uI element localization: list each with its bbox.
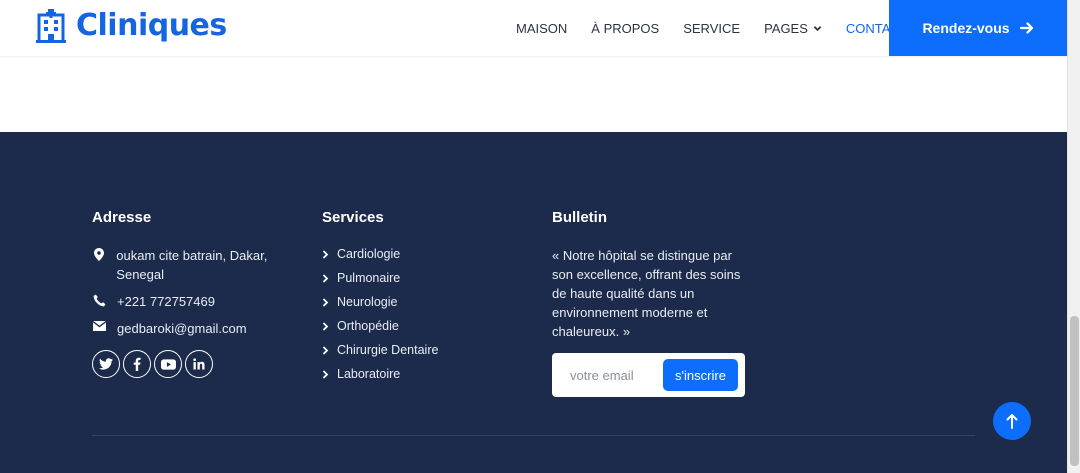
address-email-text: gedbaroki@gmail.com bbox=[117, 321, 247, 336]
footer: Adresse oukam cite batrain, Dakar, Seneg… bbox=[0, 132, 1067, 473]
service-label: Laboratoire bbox=[337, 367, 401, 382]
social-links bbox=[92, 350, 292, 378]
arrow-right-icon bbox=[1019, 22, 1033, 34]
main-nav: MAISON À PROPOS SERVICE PAGES CONTACT bbox=[516, 0, 932, 56]
nav-item-maison[interactable]: MAISON bbox=[516, 21, 567, 36]
hospital-building-icon bbox=[36, 8, 66, 43]
arrow-up-icon bbox=[1006, 414, 1018, 429]
address-column: Adresse oukam cite batrain, Dakar, Seneg… bbox=[92, 209, 292, 378]
chevron-right-icon bbox=[322, 298, 329, 307]
brand-name: Cliniques bbox=[76, 8, 227, 43]
services-title: Services bbox=[322, 209, 384, 226]
address-phone: +221 772757469 bbox=[92, 292, 292, 311]
service-link-cardiologie[interactable]: Cardiologie bbox=[322, 246, 522, 263]
newsletter-form: s'inscrire bbox=[552, 353, 745, 397]
chevron-right-icon bbox=[322, 370, 329, 379]
nav-item-a-propos[interactable]: À PROPOS bbox=[591, 21, 659, 36]
nav-item-service[interactable]: SERVICE bbox=[683, 21, 740, 36]
service-label: Pulmonaire bbox=[337, 271, 401, 286]
chevron-right-icon bbox=[322, 250, 329, 259]
services-column: Services Cardiologie Pulmonaire Neurolog… bbox=[322, 209, 522, 390]
navbar: Cliniques MAISON À PROPOS SERVICE PAGES … bbox=[0, 0, 1067, 56]
service-label: Neurologie bbox=[337, 295, 398, 310]
back-to-top-button[interactable] bbox=[993, 402, 1031, 440]
facebook-link[interactable] bbox=[123, 350, 151, 378]
twitter-link[interactable] bbox=[92, 350, 120, 378]
service-label: Orthopédie bbox=[337, 319, 399, 334]
subscribe-button[interactable]: s'inscrire bbox=[663, 359, 738, 391]
address-email: gedbaroki@gmail.com bbox=[92, 319, 292, 338]
footer-divider bbox=[92, 435, 975, 436]
address-title: Adresse bbox=[92, 209, 152, 226]
service-label: Cardiologie bbox=[337, 247, 401, 262]
chevron-right-icon bbox=[322, 274, 329, 283]
brand-logo[interactable]: Cliniques bbox=[36, 8, 227, 43]
linkedin-link[interactable] bbox=[185, 350, 213, 378]
appointment-button[interactable]: Rendez-vous bbox=[889, 0, 1067, 56]
newsletter-email-input[interactable] bbox=[562, 360, 662, 390]
service-link-pulmonaire[interactable]: Pulmonaire bbox=[322, 270, 522, 287]
envelope-icon bbox=[92, 319, 106, 331]
scrollbar-thumb[interactable] bbox=[1070, 316, 1079, 466]
chevron-right-icon bbox=[322, 346, 329, 355]
address-phone-text: +221 772757469 bbox=[117, 294, 215, 309]
bulletin-column: Bulletin « Notre hôpital se distingue pa… bbox=[552, 209, 772, 397]
address-location-text: oukam cite batrain, Dakar, Senegal bbox=[116, 248, 268, 282]
youtube-icon bbox=[160, 358, 176, 370]
linkedin-icon bbox=[193, 358, 205, 370]
service-link-chirurgie-dentaire[interactable]: Chirurgie Dentaire bbox=[322, 342, 522, 359]
service-link-orthopedie[interactable]: Orthopédie bbox=[322, 318, 522, 335]
phone-icon bbox=[92, 292, 106, 307]
twitter-icon bbox=[99, 358, 113, 370]
map-marker-icon bbox=[92, 246, 105, 261]
service-link-neurologie[interactable]: Neurologie bbox=[322, 294, 522, 311]
address-location: oukam cite batrain, Dakar, Senegal bbox=[92, 246, 292, 284]
nav-item-pages-label: PAGES bbox=[764, 20, 808, 36]
appointment-button-label: Rendez-vous bbox=[922, 20, 1010, 36]
youtube-link[interactable] bbox=[154, 350, 182, 378]
chevron-right-icon bbox=[322, 322, 329, 331]
bulletin-title: Bulletin bbox=[552, 209, 607, 226]
chevron-down-icon bbox=[813, 25, 822, 31]
page-scrollbar[interactable] bbox=[1067, 0, 1080, 473]
bulletin-text: « Notre hôpital se distingue par son exc… bbox=[552, 248, 741, 339]
service-link-laboratoire[interactable]: Laboratoire bbox=[322, 366, 522, 383]
service-label: Chirurgie Dentaire bbox=[337, 343, 439, 358]
facebook-icon bbox=[133, 357, 141, 371]
nav-item-pages[interactable]: PAGES bbox=[764, 21, 822, 36]
